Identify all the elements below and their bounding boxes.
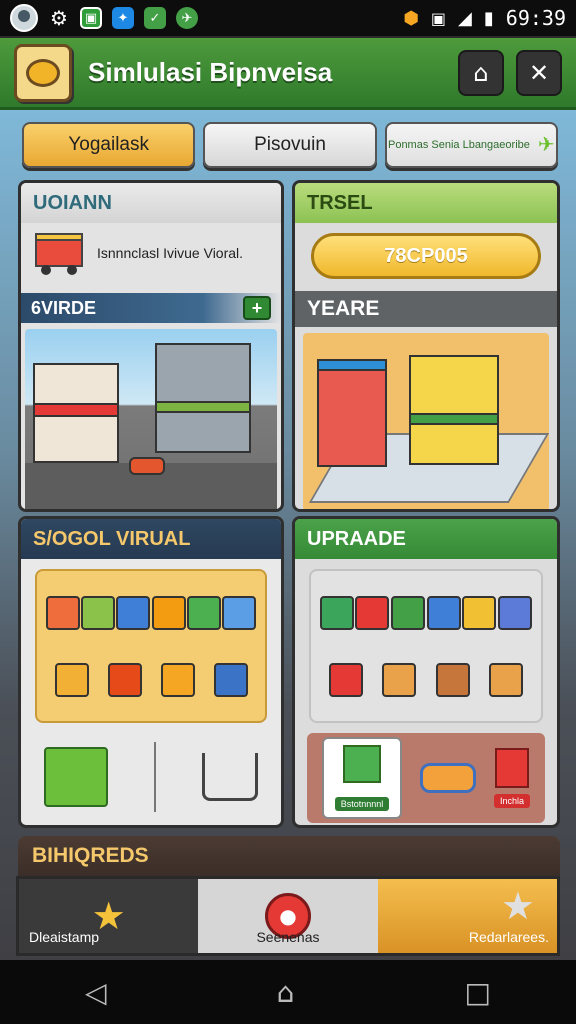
avatar-icon [10,4,38,32]
panel-travel: TRSEL 78CP005 YEARE [292,180,560,512]
app-screen: ⚙ ▣ ✦ ✓ ✈ ⬢ ▣ ◢ ▮ 69:39 Simlulasi Bipnve… [0,0,576,1024]
upgrade-chip-2: Inchla [493,794,530,808]
gold-action-button[interactable]: 78CP005 [311,233,541,279]
battery-icon: ▮ [483,7,494,29]
panel-business-band: 6VIRDE [31,297,97,318]
bottom-tab-2[interactable]: ● Seenenas [198,879,378,953]
app-icon-4: ✈ [176,7,198,29]
back-icon[interactable]: ◁ [85,976,107,1009]
system-nav-bar: ◁ ⌂ □ [0,960,576,1024]
product-item[interactable] [213,662,248,697]
product-item[interactable] [45,595,80,630]
upgrade-item[interactable] [382,662,417,697]
upgrade-item[interactable] [489,662,524,697]
product-item[interactable] [116,595,151,630]
product-item[interactable] [186,595,221,630]
app-title: Simlulasi Bipnveisa [88,57,333,87]
food-truck-icon [33,229,85,277]
tab-3[interactable]: Ponmas Senia Lbangaeoribe ✈ [384,122,558,168]
bottom-tab-3[interactable]: ★ Redarlarees. [377,879,557,953]
upgrade-item[interactable] [426,595,461,630]
plane-icon: ✈ [537,134,555,156]
add-button[interactable]: + [243,296,271,320]
status-time: 69:39 [505,6,566,30]
upgrade-shelf [309,569,543,723]
panel-business: UOIANN Isnnnclasl Ivivue Vioral. 6VIRDE … [18,180,284,512]
panel-business-desc: Isnnnclasl Ivivue Vioral. [97,245,244,261]
home-button[interactable]: ⌂ [458,49,504,96]
star-outline-icon: ★ [500,884,535,928]
product-shelf [35,569,267,723]
app-icon-3: ✓ [144,7,166,29]
isometric-shop-image [303,333,549,509]
product-item[interactable] [160,662,195,697]
upgrade-item[interactable] [435,662,470,697]
upgrade-item[interactable] [498,595,533,630]
tab-3-label: Ponmas Senia Lbangaeoribe [387,139,530,151]
panel-virtual-title: S/OGOL VIRUAL [21,519,281,559]
top-tabs: Yogailask Pisovuin Ponmas Senia Lbangaeo… [22,122,558,168]
upgrade-item[interactable] [391,595,426,630]
app-icon-2: ✦ [112,7,134,29]
panel-travel-band: YEARE [295,291,557,327]
panel-business-title: UOIANN [21,183,281,223]
upgrade-chip-1: Bstotnnnnl [334,797,390,811]
product-item[interactable] [107,662,142,697]
app-icon-1: ▣ [80,7,102,29]
upgrade-item[interactable] [462,595,497,630]
divider [154,742,156,812]
plus-icon: + [251,297,263,318]
red-box-icon[interactable] [494,748,529,788]
panel-upgrade-title: UPRAADE [295,519,557,559]
status-bar: ⚙ ▣ ✦ ✓ ✈ ⬢ ▣ ◢ ▮ 69:39 [0,0,576,36]
signal-icon: ◢ [458,7,472,29]
gear-icon: ⚙ [50,6,68,30]
close-button[interactable]: ✕ [516,49,562,96]
green-box-icon [342,745,381,783]
bottom-tab-1[interactable]: ★ Dleaistamp [19,879,199,953]
product-item[interactable] [151,595,186,630]
notification-icon: ▣ [430,8,447,28]
product-item[interactable] [80,595,115,630]
upgrade-item[interactable] [319,595,354,630]
shield-icon: ⬢ [403,7,419,29]
city-street-image [25,329,277,509]
home-icon: ⌂ [473,58,489,87]
upgrade-item[interactable] [328,662,363,697]
product-item[interactable] [54,662,89,697]
bottom-tab-1-label: Dleaistamp [29,929,100,945]
bottom-tab-bar: ★ Dleaistamp ● Seenenas ★ Redarlarees. [16,876,560,956]
tab-1[interactable]: Yogailask [22,122,196,168]
boat-icon[interactable] [419,763,476,793]
home-nav-icon[interactable]: ⌂ [277,976,295,1009]
bottom-tab-2-label: Seenenas [256,929,320,945]
panel-virtual-shop: S/OGOL VIRUAL [18,516,284,828]
upgrade-selection: Bstotnnnnl Inchla [307,733,545,823]
panel-travel-title: TRSEL [295,183,557,223]
section-label: BIHIQREDS [18,836,560,876]
recents-icon[interactable]: □ [464,976,490,1009]
market-stall-icon[interactable] [44,747,108,807]
product-item[interactable] [222,595,257,630]
app-logo [14,43,72,102]
upgrade-item[interactable] [355,595,390,630]
panel-upgrade: UPRAADE Bstotnnnnl Inchla [292,516,560,828]
bottom-tab-3-label: Redarlarees. [468,929,549,945]
tab-2[interactable]: Pisovuin [203,122,377,168]
close-icon: ✕ [528,58,550,87]
app-header: Simlulasi Bipnveisa ⌂ ✕ [0,38,576,110]
shopping-cart-icon[interactable] [202,753,258,801]
upgrade-card-selected[interactable]: Bstotnnnnl [321,737,402,819]
panel-virtual-title-text: S/OGOL VIRUAL [33,527,191,550]
